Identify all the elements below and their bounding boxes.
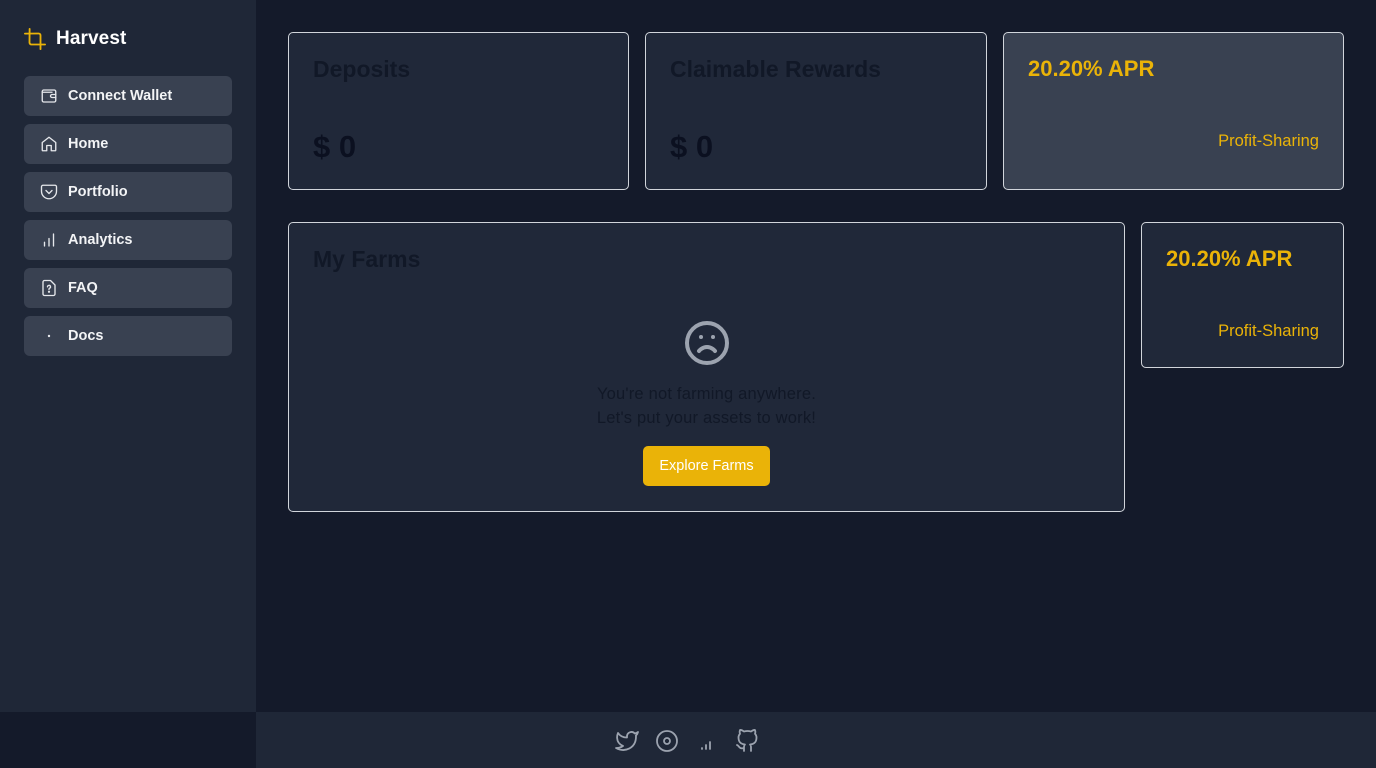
sidebar-item-analytics[interactable]: Analytics (24, 220, 232, 260)
bar-chart-icon (40, 231, 58, 249)
github-link[interactable] (734, 728, 760, 754)
disc-icon (656, 730, 678, 752)
twitter-icon (615, 731, 639, 751)
sidebar-item-faq[interactable]: FAQ (24, 268, 232, 308)
rewards-title: Claimable Rewards (670, 56, 881, 82)
sidebar-item-label: Docs (68, 328, 104, 344)
crop-icon (24, 28, 46, 50)
sidebar-item-label: Connect Wallet (68, 88, 173, 104)
my-farms-title: My Farms (313, 246, 421, 272)
sidebar-item-label: FAQ (68, 280, 98, 296)
rewards-card: Claimable Rewards $ 0 (645, 32, 987, 190)
empty-message-line-1: You're not farming anywhere. (596, 385, 817, 403)
signal-link[interactable] (694, 728, 720, 754)
sidebar: Harvest Connect Wallet Home Portfolio An… (0, 0, 256, 712)
deposits-card: Deposits $ 0 (288, 32, 629, 190)
sidebar-item-docs[interactable]: Docs (24, 316, 232, 356)
sidebar-item-label: Analytics (68, 232, 133, 248)
twitter-link[interactable] (614, 728, 640, 754)
apr-value: 20.20% APR (1028, 56, 1155, 81)
apr-label: Profit-Sharing (1218, 132, 1319, 150)
dot-icon (40, 327, 58, 345)
home-icon (40, 135, 58, 153)
app-root: Harvest Connect Wallet Home Portfolio An… (0, 0, 1376, 768)
pocket-icon (40, 183, 58, 201)
signal-icon (701, 741, 711, 750)
wallet-icon (40, 87, 58, 105)
explore-farms-button[interactable]: Explore Farms (643, 446, 770, 486)
apr-value: 20.20% APR (1166, 246, 1293, 271)
apr-label: Profit-Sharing (1218, 322, 1319, 340)
empty-message-line-2: Let's put your assets to work! (596, 409, 817, 427)
empty-state: You're not farming anywhere. Let's put y… (289, 319, 1124, 486)
rewards-value: $ 0 (670, 129, 714, 164)
brand-logo[interactable]: Harvest (24, 26, 126, 52)
frown-icon (683, 319, 731, 367)
github-icon (736, 729, 758, 752)
sidebar-item-label: Portfolio (68, 184, 128, 200)
disc-link[interactable] (654, 728, 680, 754)
deposits-value: $ 0 (313, 129, 357, 164)
brand-name: Harvest (56, 28, 127, 49)
deposits-title: Deposits (313, 56, 411, 82)
sidebar-item-home[interactable]: Home (24, 124, 232, 164)
sidebar-item-label: Home (68, 136, 109, 152)
my-farms-card: My Farms You're not farming anywhere. Le… (288, 222, 1125, 512)
sidebar-item-connect-wallet[interactable]: Connect Wallet (24, 76, 232, 116)
apr-card-top[interactable]: 20.20% APR Profit-Sharing (1003, 32, 1344, 190)
file-question-icon (40, 279, 58, 297)
apr-card-side[interactable]: 20.20% APR Profit-Sharing (1141, 222, 1344, 368)
footer (256, 712, 1376, 768)
sidebar-item-portfolio[interactable]: Portfolio (24, 172, 232, 212)
sidebar-nav: Connect Wallet Home Portfolio Analytics … (24, 76, 232, 364)
